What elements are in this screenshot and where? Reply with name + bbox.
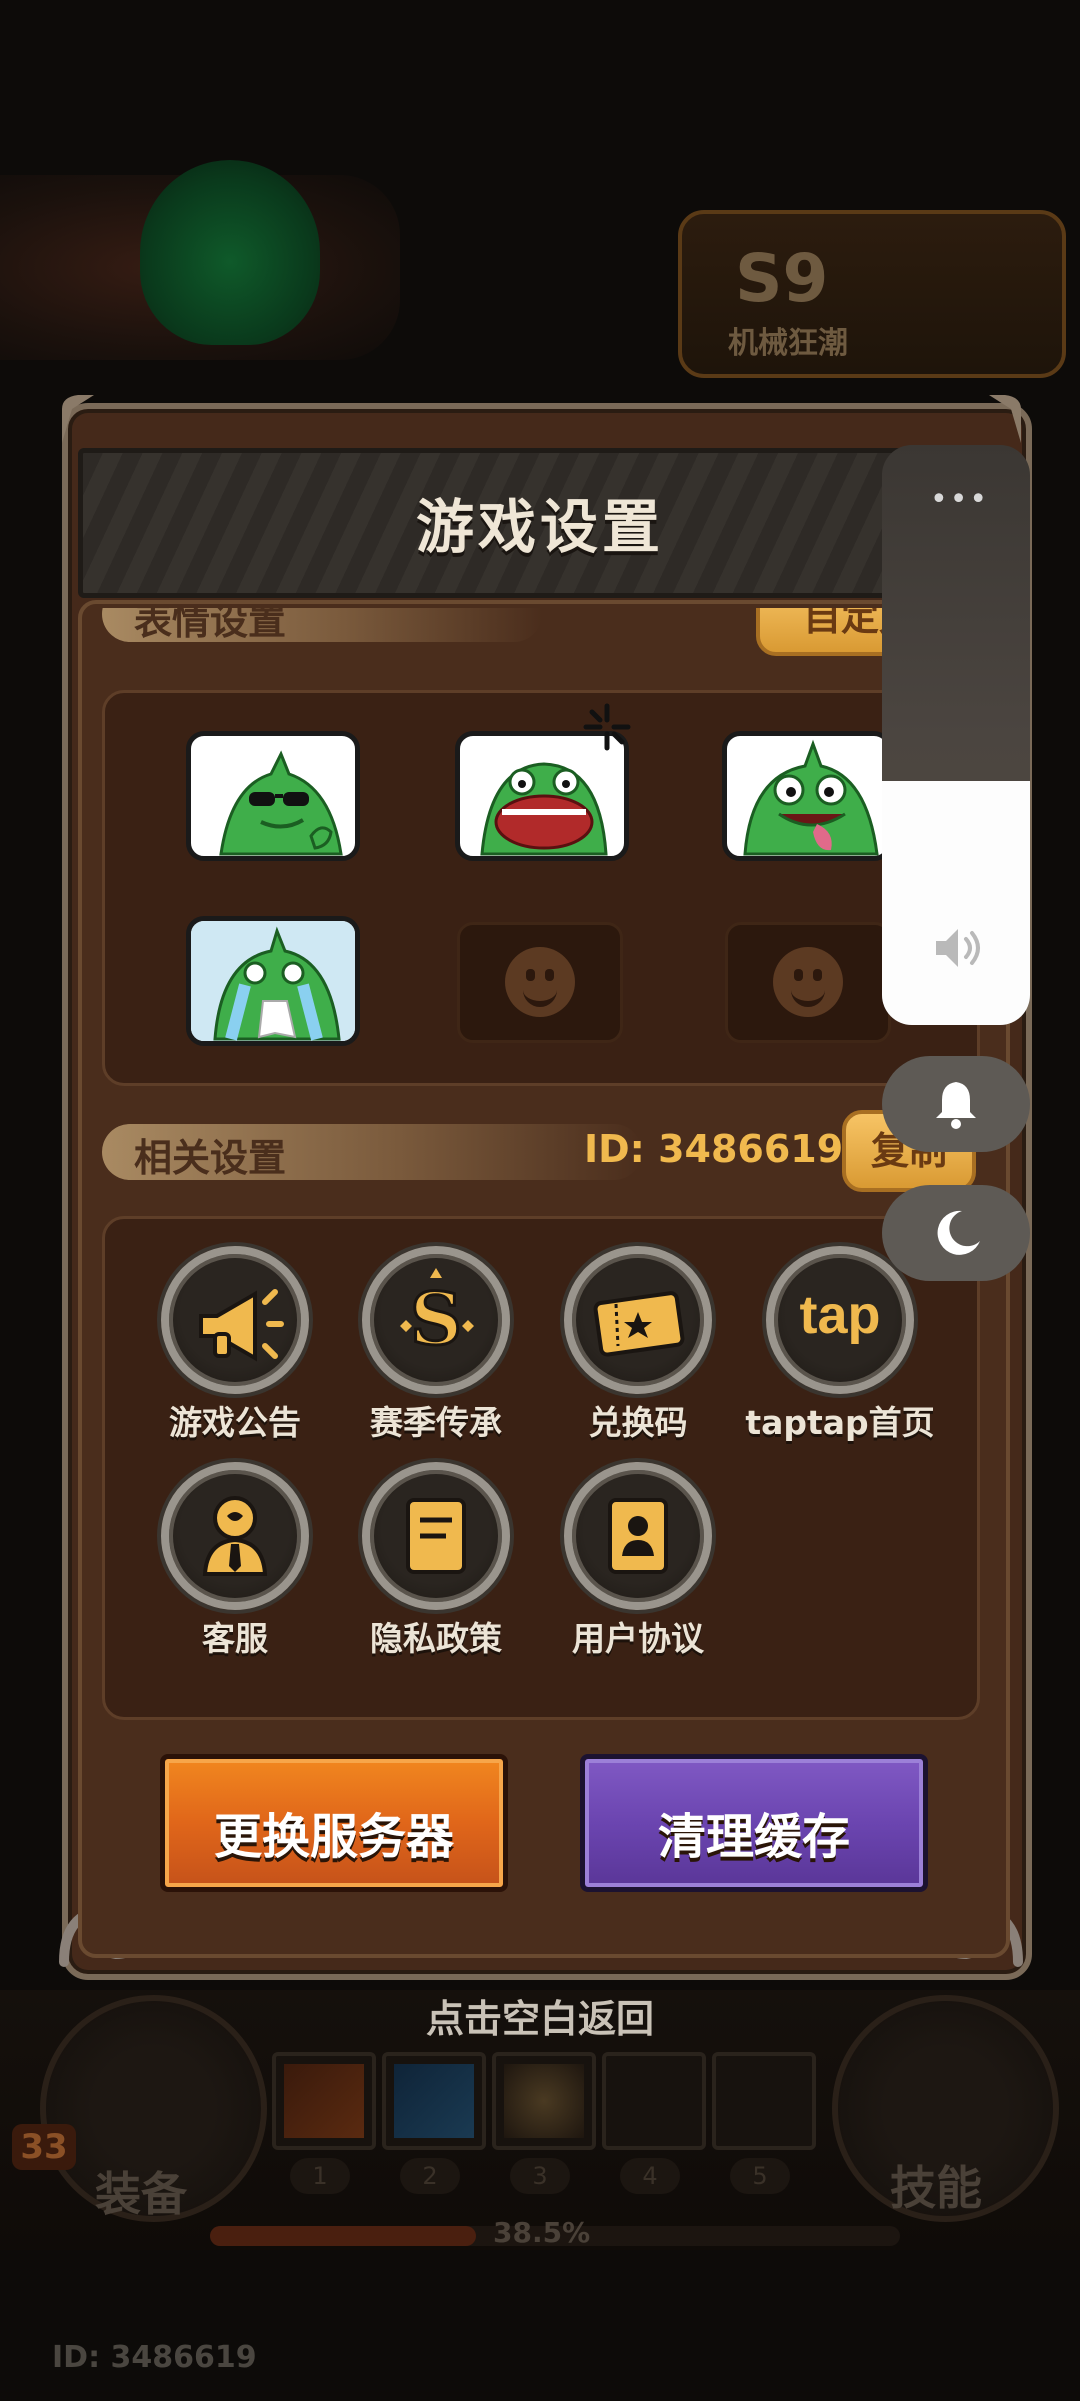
slot-number-4: 4: [620, 2158, 680, 2194]
megaphone-icon: [161, 1246, 309, 1394]
emote-section-header-clip: 表情设置 自定义: [102, 608, 982, 668]
user-agreement-label: 用户协议: [572, 1619, 704, 1658]
customer-service-button[interactable]: 客服: [135, 1462, 335, 1658]
angry-dino-emote-icon: [480, 762, 608, 856]
taptap-home-label: taptap首页: [745, 1403, 935, 1442]
ticket-icon: [564, 1246, 712, 1394]
background-dino-avatar: [140, 160, 320, 345]
change-server-label: 更换服务器: [213, 1809, 454, 1865]
redeem-code-label: 兑换码: [588, 1403, 688, 1442]
emote-section-label: 表情设置: [134, 608, 287, 643]
ring-mode-button[interactable]: [882, 1056, 1030, 1152]
equip-label: 装备: [95, 2167, 187, 2221]
tap-blank-to-return-hint[interactable]: 点击空白返回: [0, 1988, 1080, 2043]
dialog-corner-left: [62, 395, 94, 443]
stage-progress-text: 38.5%: [493, 2216, 591, 2249]
taptap-icon-text: tap: [799, 1285, 881, 1345]
customer-service-icon: [161, 1462, 309, 1610]
crying-dino-emote-icon: [191, 921, 355, 1041]
emote-slot-4[interactable]: [186, 916, 360, 1046]
skill-slot-2: [382, 2052, 486, 2150]
player-id-footer: ID: 3486619: [52, 2340, 257, 2375]
bell-icon: [936, 1082, 976, 1129]
cool-dino-emote-icon: [219, 750, 343, 856]
moon-icon: [937, 1210, 980, 1255]
taptap-icon: tap: [766, 1246, 914, 1394]
user-agreement-button[interactable]: 用户协议: [538, 1462, 738, 1658]
skill-slot-3: [492, 2052, 596, 2150]
dialog-corner-right: [989, 395, 1021, 443]
dialog-title: 游戏设置: [415, 493, 664, 561]
slot-number-2: 2: [400, 2158, 460, 2194]
smiley-placeholder-icon: [505, 947, 575, 1017]
clear-cache-button[interactable]: 清理缓存: [580, 1754, 928, 1892]
smiley-placeholder-icon: [773, 947, 843, 1017]
skill-slot-5: [712, 2052, 816, 2150]
anger-mark-icon: [583, 703, 631, 751]
emote-slot-5-empty[interactable]: [457, 922, 623, 1043]
emote-slot-6-empty[interactable]: [725, 922, 891, 1043]
skill-slot-4: [602, 2052, 706, 2150]
season-badge-title: S9: [735, 240, 829, 317]
game-announcement-button[interactable]: 游戏公告: [135, 1246, 335, 1442]
slot-number-1: 1: [290, 2158, 350, 2194]
speaker-icon: [936, 929, 980, 967]
emote-slot-3[interactable]: [722, 731, 892, 861]
slot-number-5: 5: [730, 2158, 790, 2194]
slot-number-3: 3: [510, 2158, 570, 2194]
privacy-policy-button[interactable]: 隐私政策: [336, 1462, 536, 1658]
season-inherit-label: 赛季传承: [370, 1403, 502, 1442]
svg-text:S: S: [410, 1276, 462, 1361]
user-id-text: ID: 3486619: [584, 1127, 844, 1171]
redeem-code-button[interactable]: 兑换码: [538, 1246, 738, 1442]
skill-slot-1: [272, 2052, 376, 2150]
season-s-icon: S: [362, 1246, 510, 1394]
document-icon: [362, 1462, 510, 1610]
skill-label: 技能: [890, 2161, 982, 2215]
player-level-badge: 33: [12, 2124, 76, 2170]
related-section-label: 相关设置: [134, 1136, 287, 1180]
change-server-button[interactable]: 更换服务器: [160, 1754, 508, 1892]
silly-dino-emote-icon: [743, 739, 879, 856]
season-badge-subtitle: 机械狂潮: [728, 326, 848, 361]
emote-slot-1[interactable]: [186, 731, 360, 861]
game-announcement-label: 游戏公告: [169, 1403, 301, 1442]
user-agreement-icon: [564, 1462, 712, 1610]
privacy-policy-label: 隐私政策: [370, 1619, 502, 1658]
do-not-disturb-button[interactable]: [882, 1185, 1030, 1281]
season-inherit-button[interactable]: S 赛季传承: [336, 1246, 536, 1442]
volume-slider[interactable]: [882, 445, 1030, 1025]
customer-service-label: 客服: [202, 1619, 268, 1658]
stage-progress-fill: [210, 2226, 476, 2246]
volume-slider-fill: [882, 781, 1030, 1025]
clear-cache-label: 清理缓存: [657, 1809, 850, 1865]
more-dots-icon[interactable]: •••: [930, 482, 989, 517]
